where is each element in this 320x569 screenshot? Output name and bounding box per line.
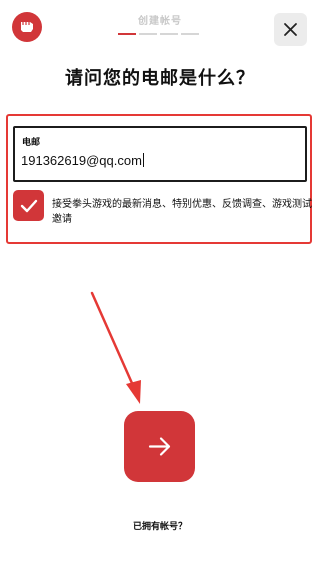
arrow-right-icon [148,437,171,456]
annotation-arrow [90,291,141,404]
next-button[interactable] [124,411,195,482]
existing-account-link[interactable]: 已拥有帐号？ [0,519,320,532]
